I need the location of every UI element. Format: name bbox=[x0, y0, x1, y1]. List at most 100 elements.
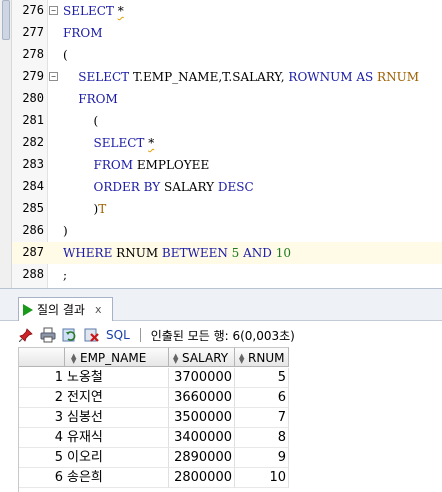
sort-icon: ▲ ▼ bbox=[173, 351, 179, 365]
cell-salary[interactable]: 3660000 bbox=[169, 388, 235, 408]
cell-emp-name[interactable]: 송은희 bbox=[65, 468, 169, 488]
code-token: DESC bbox=[217, 180, 254, 194]
code-token: SALARY bbox=[163, 180, 218, 194]
cell-salary[interactable]: 2800000 bbox=[169, 468, 235, 488]
column-header-emp-name[interactable]: ▲ ▼ EMP_NAME bbox=[65, 347, 169, 367]
cell-salary[interactable]: 2890000 bbox=[169, 448, 235, 468]
code-line[interactable]: 278 ( bbox=[12, 44, 442, 66]
cell-emp-name[interactable]: 노옹철 bbox=[65, 368, 169, 388]
code-line[interactable]: 281 ( bbox=[12, 110, 442, 132]
line-number: 286 bbox=[22, 223, 44, 237]
tab-label: 질의 결과 bbox=[37, 303, 85, 317]
cell-emp-name[interactable]: 이오리 bbox=[65, 448, 169, 468]
code-text: FROM EMPLOYEE bbox=[63, 158, 210, 172]
code-token: SELECT bbox=[63, 4, 118, 18]
code-text: )T bbox=[63, 202, 107, 216]
line-number: 287 bbox=[22, 245, 44, 259]
code-token: ORDER BY bbox=[63, 180, 164, 194]
pin-icon[interactable] bbox=[18, 327, 34, 343]
column-header-rnum[interactable]: ▲ ▼ RNUM bbox=[235, 347, 289, 367]
editor-scrollbar[interactable] bbox=[0, 0, 12, 288]
code-token: EMPLOYEE bbox=[136, 158, 210, 172]
code-line[interactable]: 280 FROM bbox=[12, 88, 442, 110]
code-text: WHERE RNUM BETWEEN 5 AND 10 bbox=[63, 246, 291, 260]
cell-salary[interactable]: 3500000 bbox=[169, 408, 235, 428]
row-number: 1 bbox=[19, 368, 65, 388]
row-number: 4 bbox=[19, 428, 65, 448]
sql-editor[interactable]: 276− SELECT * 277 FROM 278(279− SELECT T.EMP… bbox=[0, 0, 442, 288]
table-row[interactable]: 2 전지연 3660000 6 bbox=[19, 388, 289, 408]
code-line[interactable]: 283 FROM EMPLOYEE bbox=[12, 154, 442, 176]
run-icon bbox=[23, 303, 33, 316]
code-text: FROM bbox=[63, 92, 118, 106]
cell-rnum[interactable]: 5 bbox=[235, 368, 289, 388]
cell-rnum[interactable]: 7 bbox=[235, 408, 289, 428]
code-token: ; bbox=[63, 268, 68, 282]
cell-rnum[interactable]: 8 bbox=[235, 428, 289, 448]
line-number: 276 bbox=[22, 3, 44, 17]
code-line[interactable]: 282 SELECT * bbox=[12, 132, 442, 154]
code-line[interactable]: 288; bbox=[12, 264, 442, 286]
fold-toggle-icon[interactable]: − bbox=[49, 6, 58, 15]
table-row[interactable]: 1 노옹철 3700000 5 bbox=[19, 368, 289, 388]
table-row[interactable]: 6 송은희 2800000 10 bbox=[19, 468, 289, 488]
code-token: WHERE bbox=[63, 246, 117, 260]
line-number: 279 bbox=[22, 69, 44, 83]
code-token: RNUM bbox=[377, 70, 419, 84]
line-number: 282 bbox=[22, 135, 44, 149]
sql-button[interactable]: SQL bbox=[106, 328, 130, 342]
scrollbar-thumb[interactable] bbox=[2, 0, 10, 40]
line-number: 277 bbox=[22, 25, 44, 39]
tab-query-result[interactable]: 질의 결과 x bbox=[18, 297, 113, 321]
print-icon[interactable] bbox=[40, 327, 56, 343]
code-text: SELECT * bbox=[63, 4, 124, 18]
results-grid[interactable]: ▲ ▼ EMP_NAME ▲ ▼ SALARY ▲ ▼ RNUM 1 노옹철 3700000 5 2… bbox=[18, 347, 442, 492]
code-token: ) bbox=[63, 224, 68, 238]
code-line[interactable]: 279− SELECT T.EMP_NAME,T.SALARY, ROWNUM … bbox=[12, 66, 442, 88]
code-token: ( bbox=[63, 48, 68, 62]
code-token: AND bbox=[243, 246, 276, 260]
code-line[interactable]: 287 WHERE RNUM BETWEEN 5 AND 10 bbox=[12, 242, 442, 264]
cell-salary[interactable]: 3700000 bbox=[169, 368, 235, 388]
cell-rnum[interactable]: 9 bbox=[235, 448, 289, 468]
code-token: ) bbox=[63, 202, 99, 216]
line-number: 288 bbox=[22, 267, 44, 281]
close-icon[interactable]: x bbox=[95, 303, 102, 316]
column-header-salary[interactable]: ▲ ▼ SALARY bbox=[169, 347, 235, 367]
code-token: ROWNUM AS bbox=[288, 70, 378, 84]
line-number: 281 bbox=[22, 113, 44, 127]
sort-icon: ▲ ▼ bbox=[239, 351, 245, 365]
cell-salary[interactable]: 3400000 bbox=[169, 428, 235, 448]
line-number: 280 bbox=[22, 91, 44, 105]
code-token: RNUM bbox=[116, 246, 162, 260]
code-token: 10 bbox=[275, 246, 292, 260]
cell-rnum[interactable]: 6 bbox=[235, 388, 289, 408]
table-row[interactable]: 5 이오리 2890000 9 bbox=[19, 448, 289, 468]
code-line[interactable]: 284 ORDER BY SALARY DESC bbox=[12, 176, 442, 198]
code-line[interactable]: 285 )T bbox=[12, 198, 442, 220]
cancel-query-icon[interactable] bbox=[84, 327, 100, 343]
cell-emp-name[interactable]: 전지연 bbox=[65, 388, 169, 408]
cell-rnum[interactable]: 10 bbox=[235, 468, 289, 488]
code-text: SELECT * bbox=[63, 136, 155, 150]
fold-toggle-icon[interactable]: − bbox=[49, 72, 58, 81]
table-row[interactable]: 3 심봉선 3500000 7 bbox=[19, 408, 289, 428]
code-token: T.EMP_NAME,T.SALARY, bbox=[132, 70, 289, 84]
results-toolbar: SQL 인출된 모든 행: 6(0,003초) bbox=[18, 323, 442, 347]
cell-emp-name[interactable]: 유재식 bbox=[65, 428, 169, 448]
code-token: 5 bbox=[231, 246, 244, 260]
code-line[interactable]: 276− SELECT * bbox=[12, 0, 442, 22]
code-line[interactable]: 286) bbox=[12, 220, 442, 242]
table-row[interactable]: 4 유재식 3400000 8 bbox=[19, 428, 289, 448]
code-token: SELECT bbox=[63, 70, 133, 84]
code-line[interactable]: 277 FROM bbox=[12, 22, 442, 44]
row-number: 3 bbox=[19, 408, 65, 428]
grid-header: ▲ ▼ EMP_NAME ▲ ▼ SALARY ▲ ▼ RNUM bbox=[19, 347, 289, 367]
refresh-icon[interactable] bbox=[62, 327, 78, 343]
code-token: * bbox=[117, 4, 124, 18]
cell-emp-name[interactable]: 심봉선 bbox=[65, 408, 169, 428]
code-text: ) bbox=[63, 224, 68, 238]
row-number: 6 bbox=[19, 468, 65, 488]
code-text: ; bbox=[63, 268, 67, 282]
row-number-header bbox=[19, 347, 65, 367]
